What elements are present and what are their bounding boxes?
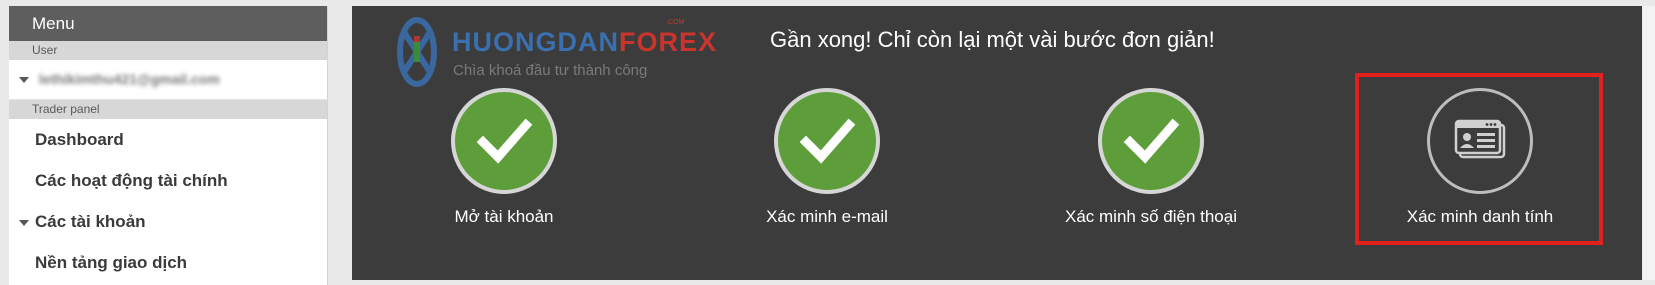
- menu-header: Menu: [9, 6, 327, 41]
- sidebar: Menu User lethikimthu421@gmail.com Trade…: [9, 6, 328, 285]
- step-label: Mở tài khoản: [454, 207, 554, 226]
- sidebar-item-label: Các tài khoản: [35, 212, 146, 231]
- chevron-down-icon: [19, 77, 29, 84]
- sidebar-item-trading-platforms[interactable]: Nền tảng giao dịch: [9, 242, 327, 283]
- step-status-circle: [774, 88, 880, 194]
- user-account-toggle[interactable]: lethikimthu421@gmail.com: [9, 60, 327, 100]
- section-label-user: User: [9, 41, 327, 60]
- step-verify-phone: Xác minh số điện thoại: [1021, 88, 1281, 227]
- checkmark-icon: [1123, 118, 1180, 164]
- step-open-account: Mở tài khoản: [374, 88, 634, 227]
- user-email: lethikimthu421@gmail.com: [38, 71, 220, 87]
- highlight-box: [1355, 73, 1603, 245]
- verification-progress-panel: HUONGDANFOREX .COM Chìa khoá đầu tư thàn…: [352, 6, 1642, 280]
- chevron-down-icon: [19, 219, 29, 226]
- section-label-trader-panel: Trader panel: [9, 100, 327, 119]
- brand-logo-domain: .COM: [666, 19, 685, 26]
- sidebar-item-accounts[interactable]: Các tài khoản: [9, 201, 327, 242]
- sidebar-item-financial-activities[interactable]: Các hoạt động tài chính: [9, 160, 327, 201]
- scrollbar[interactable]: [1643, 6, 1655, 280]
- page-title: Gần xong! Chỉ còn lại một vài bước đơn g…: [770, 27, 1215, 52]
- step-status-circle: [451, 88, 557, 194]
- step-verify-email: Xác minh e-mail: [697, 88, 957, 227]
- step-status-circle: [1098, 88, 1204, 194]
- checkmark-icon: [799, 118, 856, 164]
- brand-logo-text: HUONGDANFOREX: [452, 27, 718, 57]
- step-label: Xác minh e-mail: [766, 207, 888, 226]
- checkmark-icon: [476, 118, 533, 164]
- sidebar-item-dashboard[interactable]: Dashboard: [9, 119, 327, 160]
- step-label: Xác minh số điện thoại: [1065, 207, 1237, 226]
- brand-logo-tagline: Chìa khoá đầu tư thành công: [453, 62, 648, 79]
